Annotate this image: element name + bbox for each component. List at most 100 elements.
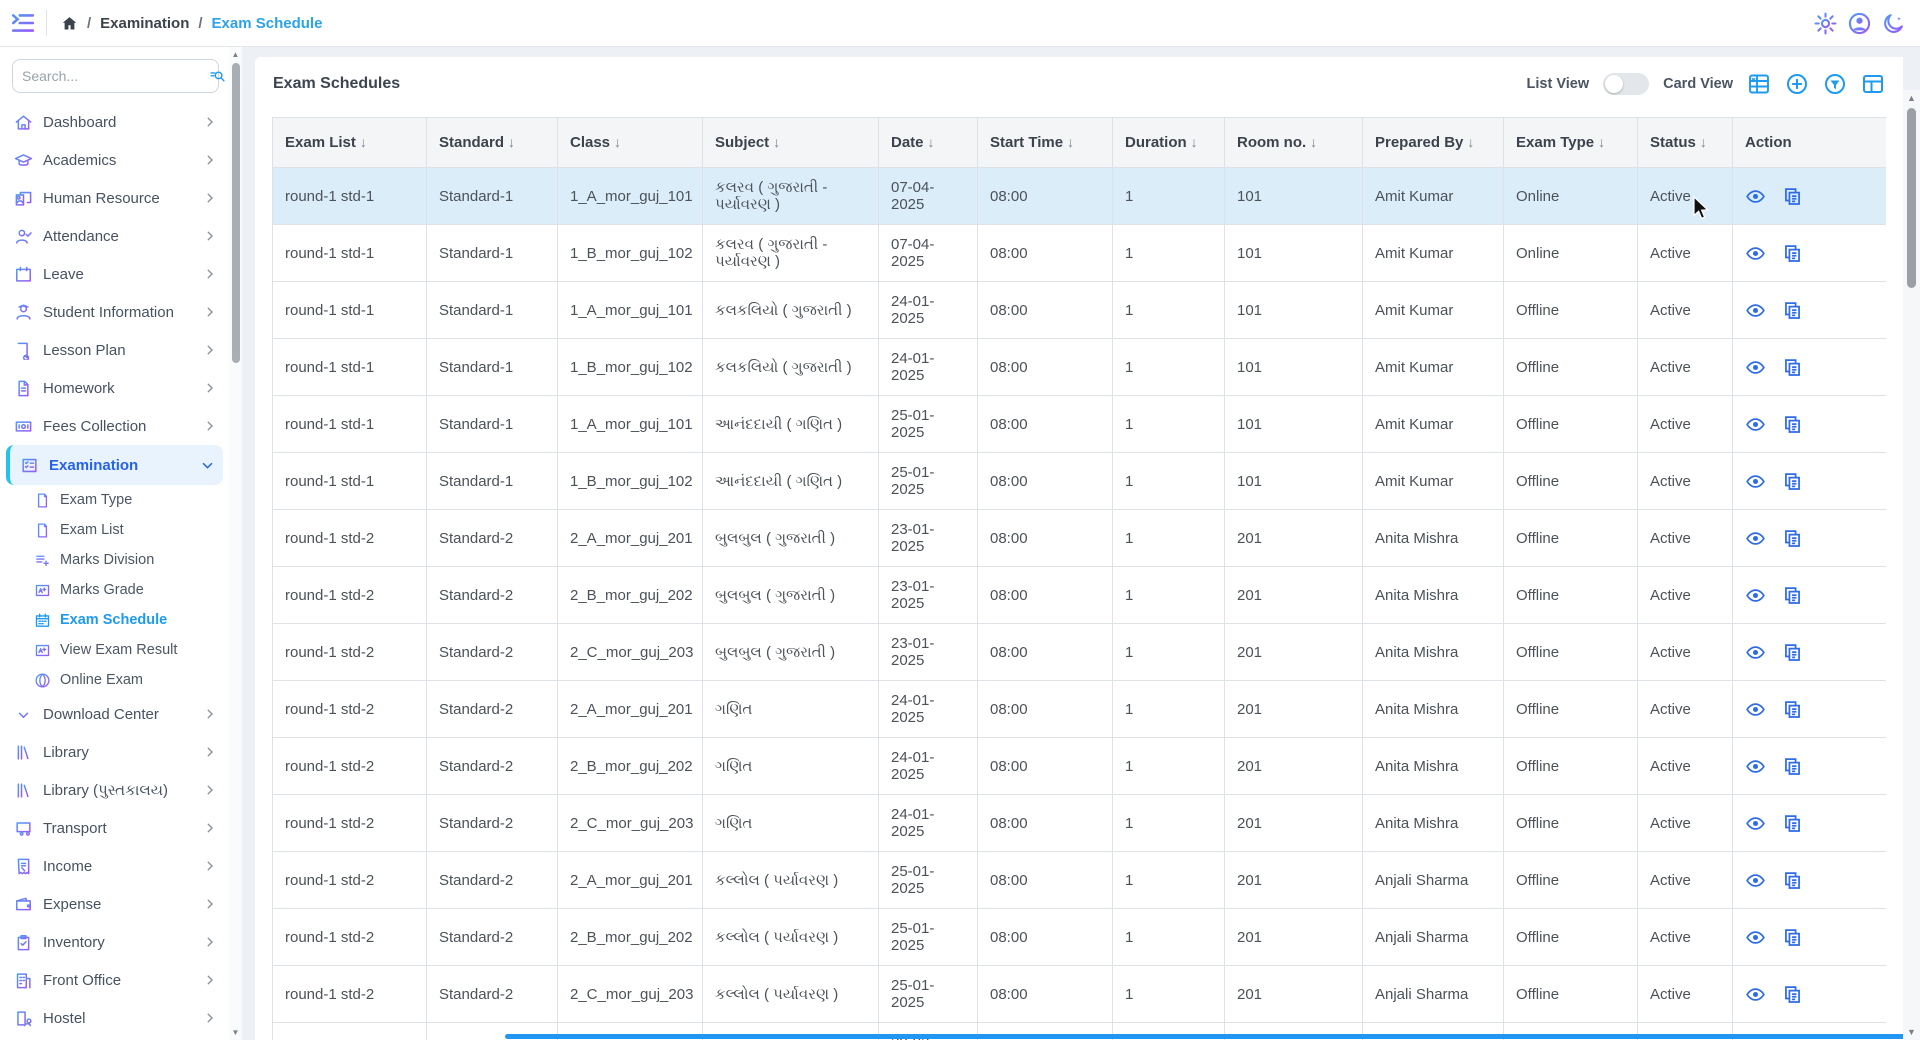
view-eye-icon[interactable]: [1745, 300, 1766, 321]
sidebar-item-expense[interactable]: Expense: [0, 885, 229, 923]
dark-mode-moon-icon[interactable]: [1881, 11, 1906, 36]
sidebar-item-front-office[interactable]: Front Office: [0, 961, 229, 999]
sidebar-item-library[interactable]: Library (પુસ્તકાલય): [0, 771, 229, 809]
column-header-exam-type[interactable]: Exam Type↓: [1504, 118, 1638, 168]
view-eye-icon[interactable]: [1745, 984, 1766, 1005]
search-input[interactable]: [22, 68, 203, 84]
table-row[interactable]: round-1 std-2Standard-22_B_mor_guj_202ગણ…: [273, 738, 1887, 795]
sidebar-item-academics[interactable]: Academics: [0, 141, 229, 179]
sort-arrow-icon[interactable]: ↓: [1067, 134, 1074, 150]
column-header-room-no-[interactable]: Room no.↓: [1225, 118, 1363, 168]
copy-document-icon[interactable]: [1782, 642, 1803, 663]
sidebar-item-income[interactable]: Income: [0, 847, 229, 885]
column-header-duration[interactable]: Duration↓: [1113, 118, 1225, 168]
view-eye-icon[interactable]: [1745, 186, 1766, 207]
view-eye-icon[interactable]: [1745, 756, 1766, 777]
sidebar-item-library[interactable]: Library: [0, 733, 229, 771]
filter-icon[interactable]: [1823, 72, 1847, 96]
sort-arrow-icon[interactable]: ↓: [1191, 134, 1198, 150]
table-row[interactable]: round-1 std-1Standard-11_A_mor_guj_101કલ…: [273, 168, 1887, 225]
sort-arrow-icon[interactable]: ↓: [1598, 134, 1605, 150]
breadcrumb-section[interactable]: Examination: [100, 15, 189, 32]
breadcrumb-page[interactable]: Exam Schedule: [212, 15, 323, 32]
scrollbar-thumb[interactable]: [1907, 108, 1916, 288]
sort-arrow-icon[interactable]: ↓: [1700, 134, 1707, 150]
table-row[interactable]: round-1 std-2Standard-22_B_mor_guj_202બુ…: [273, 567, 1887, 624]
sidebar-subitem-view-exam-result[interactable]: View Exam Result: [0, 635, 229, 665]
table-row[interactable]: round-1 std-1Standard-11_A_mor_guj_101આન…: [273, 396, 1887, 453]
table-row[interactable]: round-1 std-2Standard-22_C_mor_guj_203બુ…: [273, 624, 1887, 681]
copy-document-icon[interactable]: [1782, 471, 1803, 492]
home-icon[interactable]: [61, 15, 78, 32]
view-eye-icon[interactable]: [1745, 870, 1766, 891]
search-icon[interactable]: [209, 68, 226, 85]
view-eye-icon[interactable]: [1745, 471, 1766, 492]
column-header-class[interactable]: Class↓: [558, 118, 703, 168]
copy-document-icon[interactable]: [1782, 756, 1803, 777]
column-header-exam-list[interactable]: Exam List↓: [273, 118, 427, 168]
table-row[interactable]: round-1 std-2Standard-22_A_mor_guj_201કલ…: [273, 852, 1887, 909]
sidebar-item-inventory[interactable]: Inventory: [0, 923, 229, 961]
copy-document-icon[interactable]: [1782, 699, 1803, 720]
sidebar-subitem-online-exam[interactable]: Online Exam: [0, 665, 229, 695]
table-row[interactable]: round-1 std-1Standard-11_B_mor_guj_102કલ…: [273, 225, 1887, 282]
user-account-icon[interactable]: [1847, 11, 1872, 36]
sidebar-item-download-center[interactable]: Download Center: [0, 695, 229, 733]
copy-document-icon[interactable]: [1782, 984, 1803, 1005]
sidebar-item-examination[interactable]: Examination: [6, 445, 223, 485]
view-eye-icon[interactable]: [1745, 585, 1766, 606]
copy-document-icon[interactable]: [1782, 528, 1803, 549]
sidebar-item-student-information[interactable]: Student Information: [0, 293, 229, 331]
table-row[interactable]: round-1 std-1Standard-11_A_mor_guj_101કલ…: [273, 282, 1887, 339]
sort-arrow-icon[interactable]: ↓: [1310, 134, 1317, 150]
copy-document-icon[interactable]: [1782, 414, 1803, 435]
view-eye-icon[interactable]: [1745, 813, 1766, 834]
excel-export-icon[interactable]: [1747, 72, 1771, 96]
view-eye-icon[interactable]: [1745, 699, 1766, 720]
sort-arrow-icon[interactable]: ↓: [614, 134, 621, 150]
copy-document-icon[interactable]: [1782, 927, 1803, 948]
copy-document-icon[interactable]: [1782, 300, 1803, 321]
sort-arrow-icon[interactable]: ↓: [928, 134, 935, 150]
sidebar-item-homework[interactable]: Homework: [0, 369, 229, 407]
scrollbar-thumb[interactable]: [232, 63, 240, 363]
sidebar-item-attendance[interactable]: Attendance: [0, 217, 229, 255]
scroll-down-arrow[interactable]: ▼: [1903, 1027, 1920, 1037]
sidebar-search[interactable]: [12, 59, 219, 93]
sort-arrow-icon[interactable]: ↓: [1467, 134, 1474, 150]
table-row[interactable]: round-1 std-2Standard-22_C_mor_guj_203ગણ…: [273, 795, 1887, 852]
table-row[interactable]: round-1 std-1Standard-11_B_mor_guj_102કલ…: [273, 339, 1887, 396]
column-view-icon[interactable]: [1861, 72, 1885, 96]
table-row[interactable]: round-1 std-1Standard-11_B_mor_guj_102આન…: [273, 453, 1887, 510]
sort-arrow-icon[interactable]: ↓: [360, 134, 367, 150]
column-header-start-time[interactable]: Start Time↓: [978, 118, 1113, 168]
sidebar-item-transport[interactable]: Transport: [0, 809, 229, 847]
column-header-subject[interactable]: Subject↓: [703, 118, 879, 168]
sidebar-item-leave[interactable]: Leave: [0, 255, 229, 293]
table-scrollbar[interactable]: ▲ ▼: [1903, 90, 1920, 1040]
copy-document-icon[interactable]: [1782, 243, 1803, 264]
sort-arrow-icon[interactable]: ↓: [773, 134, 780, 150]
scroll-up-arrow[interactable]: ▲: [229, 50, 242, 59]
table-row[interactable]: round-1 std-2Standard-22_A_mor_guj_201બુ…: [273, 510, 1887, 567]
sidebar-item-lesson-plan[interactable]: Lesson Plan: [0, 331, 229, 369]
view-toggle-switch[interactable]: [1603, 73, 1649, 95]
table-row[interactable]: round-1 std-2Standard-22_C_mor_guj_203કલ…: [273, 966, 1887, 1023]
sidebar-item-hostel[interactable]: Hostel: [0, 999, 229, 1037]
sidebar-item-human-resource[interactable]: Human Resource: [0, 179, 229, 217]
view-eye-icon[interactable]: [1745, 414, 1766, 435]
sidebar-subitem-exam-list[interactable]: Exam List: [0, 515, 229, 545]
view-eye-icon[interactable]: [1745, 357, 1766, 378]
horizontal-scrollbar[interactable]: [505, 1034, 1920, 1039]
copy-document-icon[interactable]: [1782, 585, 1803, 606]
scroll-up-arrow[interactable]: ▲: [1903, 93, 1920, 103]
add-plus-icon[interactable]: [1785, 72, 1809, 96]
view-eye-icon[interactable]: [1745, 642, 1766, 663]
column-header-date[interactable]: Date↓: [879, 118, 978, 168]
sidebar-scrollbar[interactable]: ▲ ▼: [229, 47, 242, 1040]
view-eye-icon[interactable]: [1745, 528, 1766, 549]
settings-gear-icon[interactable]: [1813, 11, 1838, 36]
sidebar-item-fees-collection[interactable]: Fees Collection: [0, 407, 229, 445]
sidebar-toggle-icon[interactable]: [0, 10, 46, 36]
sidebar-subitem-marks-division[interactable]: Marks Division: [0, 545, 229, 575]
